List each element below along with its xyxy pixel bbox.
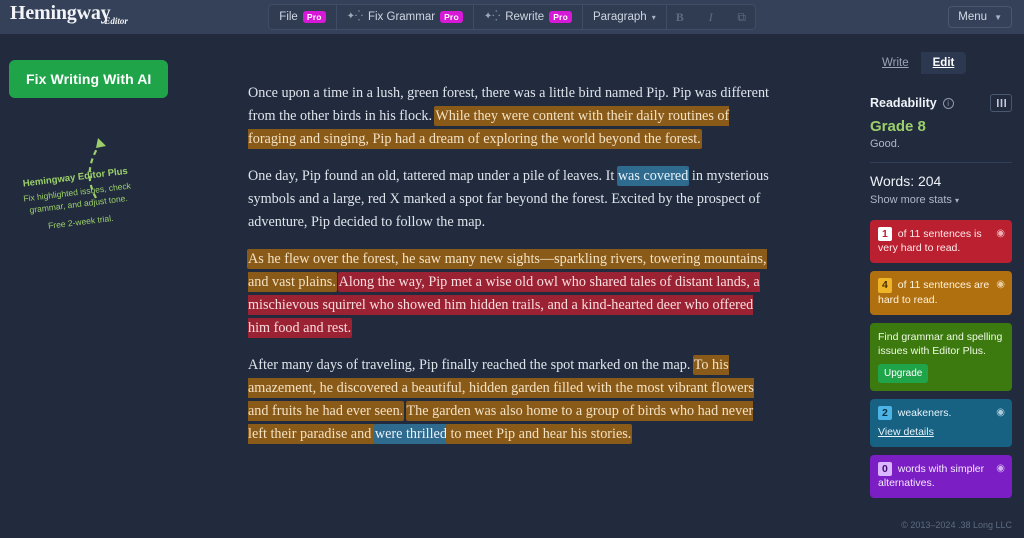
stat-card-very-hard[interactable]: 1 of 11 sentences is very hard to read. ◉: [870, 220, 1012, 264]
right-sidebar: Write Edit Readability i Grade 8 Good. W…: [860, 34, 1024, 538]
toolbar-paragraph-dropdown[interactable]: Paragraph ▾: [583, 5, 667, 29]
text-run: After many days of traveling, Pip finall…: [248, 357, 694, 373]
eye-icon[interactable]: ◉: [996, 462, 1005, 476]
app-window: HemingwayEditor File Pro ✦⁛ Fix Grammar …: [0, 0, 1024, 538]
eye-icon[interactable]: ◉: [996, 406, 1005, 420]
top-header: HemingwayEditor File Pro ✦⁛ Fix Grammar …: [0, 0, 1024, 34]
fix-grammar-label: Fix Grammar: [367, 11, 436, 23]
left-sidebar: Fix Writing With AI Hemingway Editor Plu…: [0, 34, 232, 538]
app-logo: HemingwayEditor: [10, 2, 134, 26]
text-run: One day, Pip found an old, tattered map …: [248, 168, 618, 184]
paragraph[interactable]: After many days of traveling, Pip finall…: [248, 354, 772, 446]
brand-name: Hemingway: [10, 2, 111, 24]
file-pro-badge: Pro: [302, 11, 326, 23]
paragraph[interactable]: One day, Pip found an old, tattered map …: [248, 165, 772, 234]
info-icon[interactable]: i: [942, 97, 954, 109]
stat-card-weakeners[interactable]: 2 weakeners. View details ◉: [870, 398, 1012, 447]
write-edit-toggle: Write Edit: [870, 52, 967, 74]
stat-card-text: weakeners.: [894, 406, 952, 419]
stat-card-text: Find grammar and spelling issues with Ed…: [878, 330, 1003, 357]
fix-writing-with-ai-button[interactable]: Fix Writing With AI: [9, 60, 169, 98]
stat-card-simpler[interactable]: 0 words with simpler alternatives. ◉: [870, 454, 1012, 499]
toolbar-fix-grammar-button[interactable]: ✦⁛ Fix Grammar Pro: [337, 5, 474, 29]
stat-card-text: words with simpler alternatives.: [878, 462, 985, 490]
readability-title: Readability: [870, 96, 937, 110]
upgrade-button[interactable]: Upgrade: [878, 364, 929, 383]
promo-block: Hemingway Editor Plus Fix highlighted is…: [5, 164, 151, 235]
link-icon[interactable]: ⧉: [729, 5, 755, 29]
highlight-blue[interactable]: was covered: [617, 167, 689, 185]
paragraph[interactable]: As he flew over the forest, he saw many …: [248, 248, 772, 340]
chevron-down-icon: ▼: [994, 12, 1002, 22]
readability-grade: Grade 8: [870, 118, 926, 135]
readability-header: Readability i: [870, 94, 1012, 112]
chevron-down-icon: ▾: [651, 12, 656, 22]
bold-button[interactable]: B: [667, 5, 693, 29]
eye-icon[interactable]: ◉: [996, 278, 1005, 292]
show-more-stats-toggle[interactable]: Show more stats ▾: [870, 194, 1012, 206]
italic-button[interactable]: I: [698, 5, 724, 29]
file-label: File: [279, 11, 298, 23]
menu-button[interactable]: Menu ▼: [948, 6, 1012, 28]
eye-icon[interactable]: ◉: [996, 227, 1005, 241]
stat-card-hard[interactable]: 4 of 11 sentences are hard to read. ◉: [870, 271, 1012, 315]
toolbar-format-group: B I ⧉: [667, 5, 755, 29]
view-details-link[interactable]: View details: [878, 425, 1004, 439]
toolbar-rewrite-button[interactable]: ✦⁛ Rewrite Pro: [474, 5, 583, 29]
stat-count-badge: 1: [878, 227, 892, 242]
sparkle-icon: ✦⁛: [483, 11, 501, 22]
toolbar-file-button[interactable]: File Pro: [269, 5, 337, 29]
readability-settings-button[interactable]: [990, 94, 1012, 112]
brand-subtitle: Editor: [104, 16, 128, 26]
paragraph-label: Paragraph: [592, 11, 647, 23]
show-more-stats-label: Show more stats: [870, 194, 952, 206]
stat-card-text: of 11 sentences are hard to read.: [878, 279, 990, 306]
chevron-down-icon: ▾: [954, 196, 959, 205]
stat-card-grammar-upsell[interactable]: Find grammar and spelling issues with Ed…: [870, 322, 1012, 391]
stat-count-badge: 2: [878, 405, 892, 420]
tab-write-label: Write: [882, 57, 909, 69]
menu-label: Menu: [958, 11, 988, 23]
stat-card-text: of 11 sentences is very hard to read.: [878, 228, 982, 255]
rewrite-pro-badge: Pro: [549, 11, 572, 23]
tab-edit[interactable]: Edit: [920, 52, 967, 74]
highlight-orange[interactable]: to meet Pip and hear his stories.: [446, 425, 632, 443]
stat-count-badge: 4: [878, 278, 892, 293]
tab-edit-label: Edit: [932, 57, 955, 69]
readability-note: Good.: [870, 138, 900, 150]
sparkle-icon: ✦⁛: [346, 11, 363, 22]
paragraph[interactable]: Once upon a time in a lush, green forest…: [248, 82, 772, 151]
editor-pane[interactable]: Once upon a time in a lush, green forest…: [232, 34, 860, 538]
main-body: Fix Writing With AI Hemingway Editor Plu…: [0, 34, 1024, 538]
sliders-icon: [996, 99, 1006, 107]
tab-write[interactable]: Write: [870, 52, 921, 74]
word-count: Words: 204: [870, 173, 942, 189]
stats-cards: 1 of 11 sentences is very hard to read. ◉…: [870, 220, 1012, 499]
sidebar-divider: [870, 162, 1012, 163]
copyright-text: © 2013–2024 .38 Long LLC: [901, 520, 1012, 530]
stat-count-badge: 0: [878, 461, 892, 477]
document-text[interactable]: Once upon a time in a lush, green forest…: [248, 82, 772, 446]
highlight-blue[interactable]: were thrilled: [374, 425, 447, 443]
editor-toolbar: File Pro ✦⁛ Fix Grammar Pro ✦⁛ Rewrite P…: [268, 4, 756, 30]
rewrite-label: Rewrite: [505, 11, 545, 23]
fix-grammar-pro-badge: Pro: [440, 11, 463, 23]
